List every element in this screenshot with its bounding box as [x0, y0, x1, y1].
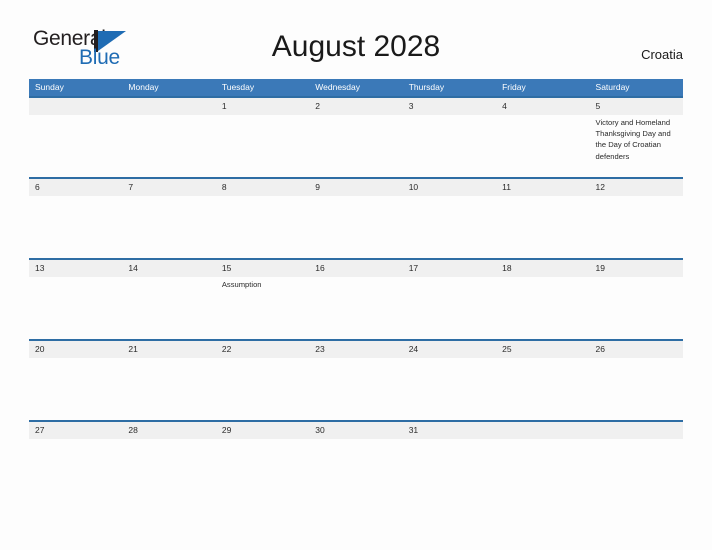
weekday-header-thursday: Thursday	[408, 82, 445, 92]
calendar-grid: Sunday Monday Tuesday Wednesday Thursday…	[29, 79, 683, 439]
week-body-band	[29, 196, 683, 260]
week-date-band: 27 28 29 30 31	[29, 420, 683, 439]
day-cell[interactable]	[216, 196, 309, 260]
day-cell[interactable]	[216, 115, 309, 179]
day-cell[interactable]	[403, 196, 496, 260]
day-cell[interactable]	[496, 196, 589, 260]
day-number[interactable]: 20	[29, 341, 122, 358]
day-number[interactable]: 6	[29, 179, 122, 196]
day-cell[interactable]	[496, 115, 589, 179]
day-number[interactable]: 14	[122, 260, 215, 277]
day-number[interactable]: 13	[29, 260, 122, 277]
day-cell[interactable]	[403, 277, 496, 341]
day-number[interactable]	[122, 98, 215, 115]
day-cell[interactable]	[122, 115, 215, 179]
weekday-header-friday: Friday	[502, 82, 526, 92]
calendar-week-row: 6 7 8 9 10 11 12	[29, 177, 683, 260]
day-number[interactable]: 17	[403, 260, 496, 277]
day-cell[interactable]	[29, 358, 122, 422]
day-cell[interactable]	[403, 115, 496, 179]
holiday-label: Victory and Homeland Thanksgiving Day an…	[595, 118, 671, 161]
country-label: Croatia	[641, 47, 683, 62]
week-body-band: Victory and Homeland Thanksgiving Day an…	[29, 115, 683, 179]
day-number[interactable]: 16	[309, 260, 402, 277]
day-number[interactable]: 4	[496, 98, 589, 115]
page-title: August 2028	[271, 30, 441, 63]
day-number[interactable]: 28	[122, 422, 215, 439]
day-number[interactable]: 22	[216, 341, 309, 358]
week-date-band: 13 14 15 16 17 18 19	[29, 258, 683, 277]
day-number[interactable]: 24	[403, 341, 496, 358]
day-number[interactable]: 7	[122, 179, 215, 196]
day-cell[interactable]	[122, 277, 215, 341]
week-date-band: 6 7 8 9 10 11 12	[29, 177, 683, 196]
day-number[interactable]: 8	[216, 179, 309, 196]
day-cell[interactable]: Assumption	[216, 277, 309, 341]
day-cell[interactable]	[309, 115, 402, 179]
day-number[interactable]	[590, 422, 683, 439]
day-number[interactable]: 3	[403, 98, 496, 115]
day-number[interactable]: 23	[309, 341, 402, 358]
day-cell[interactable]	[590, 358, 683, 422]
day-number[interactable]: 12	[590, 179, 683, 196]
day-number[interactable]: 30	[309, 422, 402, 439]
week-body-band	[29, 358, 683, 422]
day-number[interactable]: 2	[309, 98, 402, 115]
weekday-header-row: Sunday Monday Tuesday Wednesday Thursday…	[29, 79, 683, 96]
day-number[interactable]	[29, 98, 122, 115]
day-number[interactable]: 26	[590, 341, 683, 358]
day-cell[interactable]	[216, 358, 309, 422]
day-cell[interactable]	[309, 196, 402, 260]
week-date-band: 1 2 3 4 5	[29, 96, 683, 115]
calendar-week-row: 27 28 29 30 31	[29, 420, 683, 439]
day-cell[interactable]	[496, 277, 589, 341]
day-cell[interactable]	[29, 196, 122, 260]
day-cell[interactable]	[590, 277, 683, 341]
weekday-header-saturday: Saturday	[595, 82, 630, 92]
week-date-band: 20 21 22 23 24 25 26	[29, 339, 683, 358]
page-header: General Blue August 2028 Croatia	[0, 0, 712, 79]
day-number[interactable]: 9	[309, 179, 402, 196]
day-cell[interactable]	[403, 358, 496, 422]
day-number[interactable]: 21	[122, 341, 215, 358]
day-cell[interactable]	[122, 196, 215, 260]
day-cell[interactable]	[29, 277, 122, 341]
day-number[interactable]: 15	[216, 260, 309, 277]
calendar-week-row: 13 14 15 16 17 18 19 Assumption	[29, 258, 683, 341]
day-cell[interactable]	[29, 115, 122, 179]
day-number[interactable]: 25	[496, 341, 589, 358]
holiday-label: Assumption	[221, 280, 262, 289]
day-number[interactable]: 1	[216, 98, 309, 115]
day-cell[interactable]	[122, 358, 215, 422]
calendar-week-row: 20 21 22 23 24 25 26	[29, 339, 683, 422]
day-cell[interactable]: Victory and Homeland Thanksgiving Day an…	[590, 115, 683, 179]
day-number[interactable]: 27	[29, 422, 122, 439]
calendar-week-row: 1 2 3 4 5 Victory and Homeland Thanksgiv…	[29, 96, 683, 179]
day-cell[interactable]	[309, 277, 402, 341]
day-number[interactable]: 29	[216, 422, 309, 439]
day-number[interactable]: 11	[496, 179, 589, 196]
day-number[interactable]	[496, 422, 589, 439]
week-body-band: Assumption	[29, 277, 683, 341]
day-number[interactable]: 10	[403, 179, 496, 196]
day-number[interactable]: 19	[590, 260, 683, 277]
day-number[interactable]: 31	[403, 422, 496, 439]
day-cell[interactable]	[496, 358, 589, 422]
weekday-header-monday: Monday	[128, 82, 159, 92]
weekday-header-tuesday: Tuesday	[221, 82, 255, 92]
day-cell[interactable]	[309, 358, 402, 422]
weekday-header-sunday: Sunday	[35, 82, 64, 92]
day-number[interactable]: 18	[496, 260, 589, 277]
day-cell[interactable]	[590, 196, 683, 260]
weekday-header-wednesday: Wednesday	[315, 82, 360, 92]
day-number[interactable]: 5	[590, 98, 683, 115]
